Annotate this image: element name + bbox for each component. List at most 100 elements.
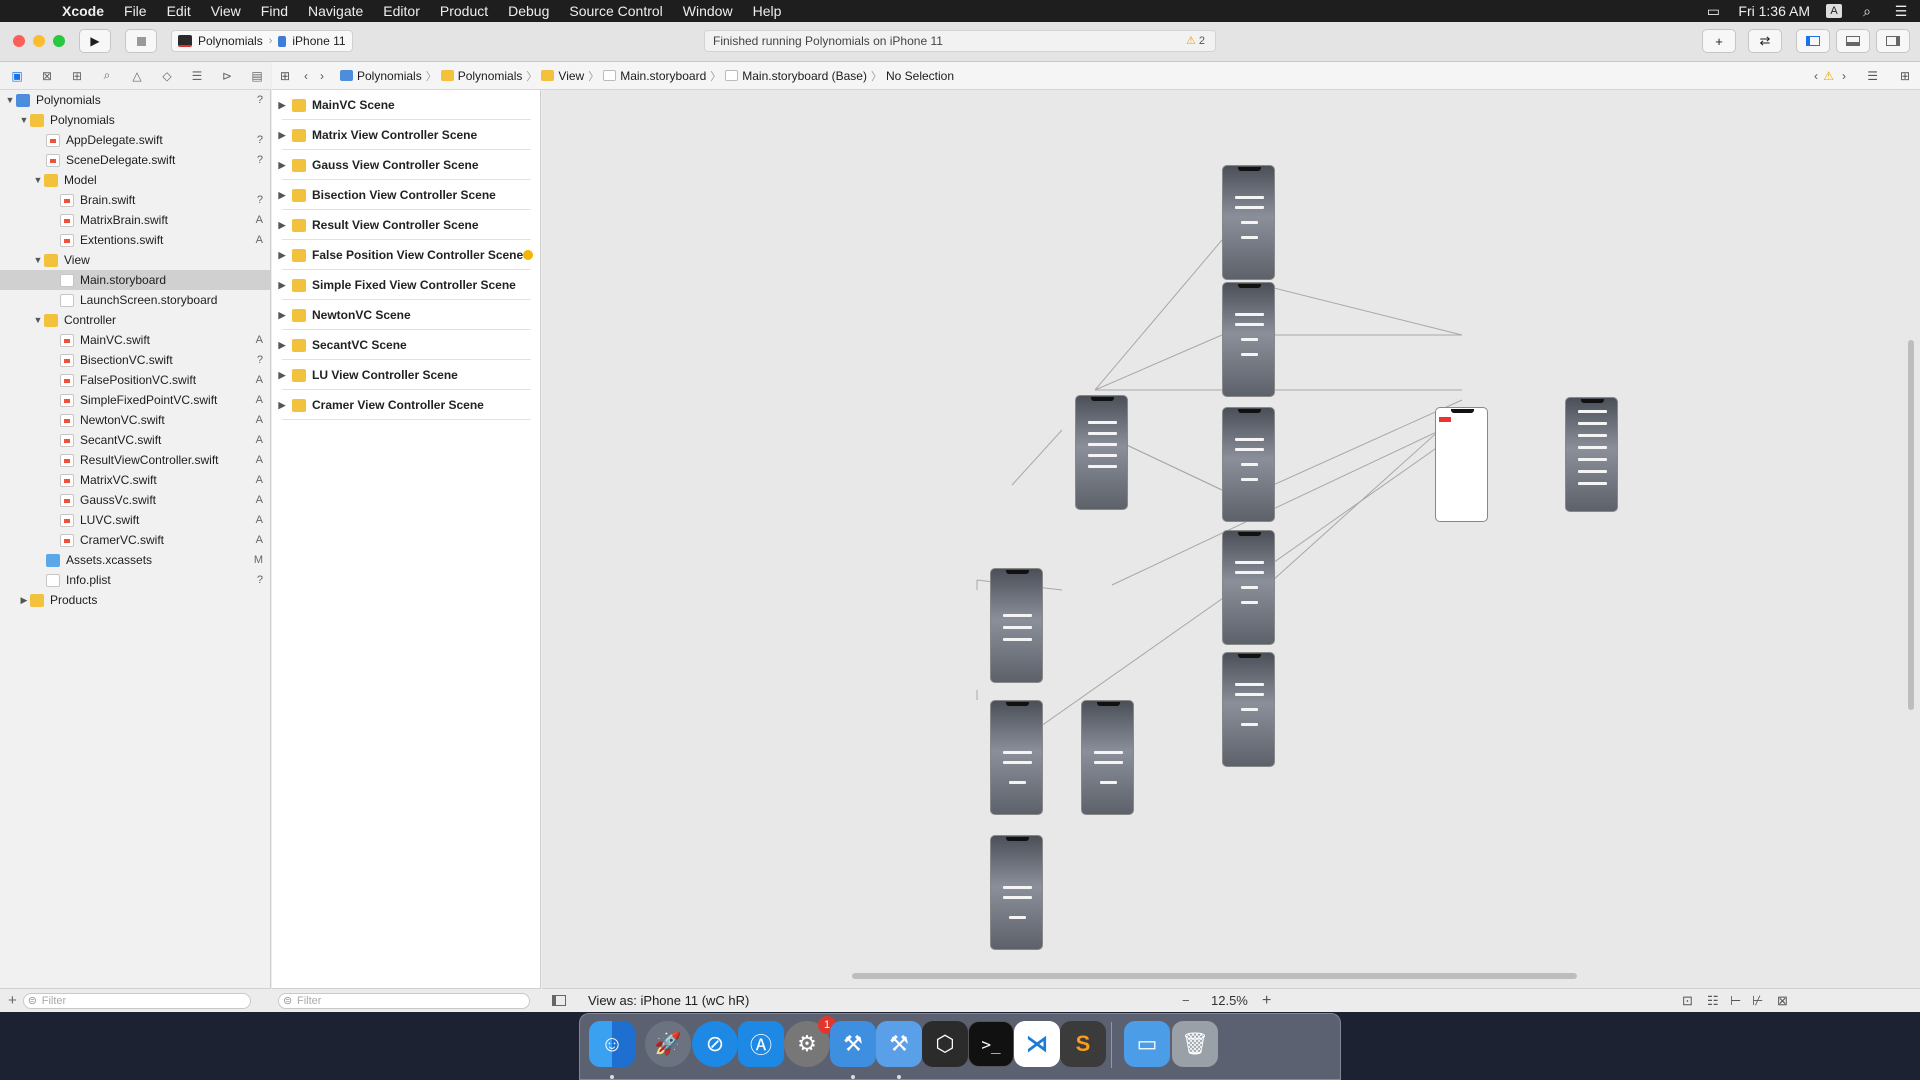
breadcrumb-group[interactable]: Polynomials (437, 69, 527, 83)
scene-row[interactable]: ▶ False Position View Controller Scene (272, 240, 541, 270)
disclosure-icon[interactable]: ▶ (272, 310, 292, 321)
minimize-window-button[interactable] (33, 35, 45, 47)
menu-file[interactable]: File (114, 3, 157, 19)
tree-row-file-selected[interactable]: Main.storyboard (0, 270, 271, 290)
system-preferences-icon[interactable]: ⚙ 1 (784, 1016, 836, 1067)
stop-button[interactable] (125, 29, 157, 53)
zoom-out-icon[interactable]: − (1182, 993, 1190, 1008)
tree-row-file[interactable]: NewtonVC.swift A (0, 410, 271, 430)
terminal-icon[interactable]: >_ (968, 1021, 1014, 1067)
menu-find[interactable]: Find (251, 3, 298, 19)
toggle-navigator-button[interactable] (1796, 29, 1830, 53)
tree-row-file[interactable]: CramerVC.swift A (0, 530, 271, 550)
downloads-folder-icon[interactable]: ▭ (1124, 1021, 1170, 1067)
menu-navigate[interactable]: Navigate (298, 3, 373, 19)
menu-editor[interactable]: Editor (373, 3, 430, 19)
breadcrumb-storyboard[interactable]: Main.storyboard (599, 69, 710, 83)
disclosure-icon[interactable]: ▶ (272, 220, 292, 231)
toggle-inspector-button[interactable] (1876, 29, 1910, 53)
tree-row-file[interactable]: AppDelegate.swift ? (0, 130, 271, 150)
scene-lu[interactable] (990, 700, 1043, 815)
tree-row-group[interactable]: ▶ Products (0, 590, 271, 610)
tree-row-group[interactable]: ▼ Model (0, 170, 271, 190)
disclosure-icon[interactable]: ▶ (272, 100, 292, 111)
input-source-icon[interactable]: A (1826, 4, 1842, 18)
disclosure-icon[interactable]: ▼ (18, 115, 30, 125)
tree-row-group[interactable]: ▼ Controller (0, 310, 271, 330)
tree-row-file[interactable]: GaussVc.swift A (0, 490, 271, 510)
scene-secant[interactable] (990, 568, 1043, 683)
launchpad-icon[interactable]: 🚀 (645, 1021, 691, 1067)
disclosure-icon[interactable]: ▶ (272, 250, 292, 261)
tree-row-file[interactable]: MainVC.swift A (0, 330, 271, 350)
scene-row[interactable]: ▶ Gauss View Controller Scene (272, 150, 541, 180)
scene-simple-fixed[interactable] (1222, 652, 1275, 767)
outline-filter-input[interactable]: Filter (278, 992, 530, 1009)
scene-row[interactable]: ▶ Bisection View Controller Scene (272, 180, 541, 210)
tree-row-group[interactable]: ▼ View (0, 250, 271, 270)
scene-bisection[interactable] (1222, 407, 1275, 522)
storyboard-canvas[interactable] (542, 90, 1920, 988)
horizontal-scrollbar[interactable] (852, 973, 1577, 979)
find-navigator-icon[interactable]: ⌕ (96, 67, 118, 85)
align-icon[interactable]: ⊢ (1730, 993, 1741, 1009)
report-navigator-icon[interactable]: ▤ (246, 67, 268, 85)
scene-row[interactable]: ▶ MainVC Scene (272, 90, 541, 120)
tree-row-file[interactable]: Info.plist ? (0, 570, 271, 590)
embed-in-icon[interactable]: ☷ (1707, 993, 1719, 1009)
spotlight-icon[interactable]: ⌕ (1858, 3, 1876, 19)
disclosure-icon[interactable]: ▶ (272, 340, 292, 351)
back-icon[interactable]: ‹ (304, 69, 320, 83)
scene-row[interactable]: ▶ Cramer View Controller Scene (272, 390, 541, 420)
tree-row-file[interactable]: ResultViewController.swift A (0, 450, 271, 470)
disclosure-icon[interactable]: ▼ (32, 315, 44, 325)
editor-options-icon[interactable]: ☰ (1867, 69, 1878, 83)
tree-row-file[interactable]: LaunchScreen.storyboard (0, 290, 271, 310)
debug-navigator-icon[interactable]: ☰ (186, 67, 208, 85)
add-file-icon[interactable]: + (8, 992, 17, 1009)
finder-icon[interactable]: ☺ (589, 1021, 635, 1067)
toggle-debug-area-button[interactable] (1836, 29, 1870, 53)
tree-row-file[interactable]: MatrixBrain.swift A (0, 210, 271, 230)
library-button[interactable]: + (1702, 29, 1736, 53)
warning-icon[interactable]: ⚠ (1823, 69, 1834, 83)
disclosure-icon[interactable]: ▶ (272, 280, 292, 291)
warning-count[interactable]: ⚠ 2 (1186, 34, 1205, 47)
scene-cramer[interactable] (1081, 700, 1134, 815)
run-button[interactable]: ▶ (79, 29, 111, 53)
disclosure-icon[interactable]: ▼ (32, 255, 44, 265)
tree-row-project[interactable]: ▼ Polynomials ? (0, 90, 271, 110)
warning-dot-icon[interactable] (523, 250, 533, 260)
toggle-outline-icon[interactable] (552, 995, 566, 1006)
code-review-button[interactable]: ⇄ (1748, 29, 1782, 53)
menu-view[interactable]: View (201, 3, 251, 19)
scheme-selector[interactable]: Polynomials › iPhone 11 (171, 30, 353, 52)
xcode-icon[interactable]: ⚒ (830, 1021, 876, 1067)
scene-result[interactable] (1435, 407, 1488, 522)
tree-row-file[interactable]: SecantVC.swift A (0, 430, 271, 450)
app-store-icon[interactable]: Ⓐ (738, 1021, 784, 1067)
menu-help[interactable]: Help (743, 3, 792, 19)
zoom-level[interactable]: 12.5% (1211, 993, 1248, 1008)
scene-newton[interactable] (1075, 395, 1128, 510)
scene-row[interactable]: ▶ LU View Controller Scene (272, 360, 541, 390)
disclosure-icon[interactable]: ▶ (272, 130, 292, 141)
tree-row-file[interactable]: BisectionVC.swift ? (0, 350, 271, 370)
resolve-issues-icon[interactable]: ⊠ (1777, 993, 1788, 1009)
disclosure-icon[interactable]: ▶ (272, 160, 292, 171)
scene-row[interactable]: ▶ SecantVC Scene (272, 330, 541, 360)
disclosure-icon[interactable]: ▼ (4, 95, 16, 105)
breadcrumb-view[interactable]: View (537, 69, 588, 83)
project-navigator-icon[interactable]: ▣ (6, 67, 28, 85)
tree-row-file[interactable]: SimpleFixedPointVC.swift A (0, 390, 271, 410)
previous-issue-icon[interactable]: ‹ (1814, 69, 1818, 83)
scene-main[interactable] (1565, 397, 1618, 512)
xcode-beta-icon[interactable]: ⚒ (876, 1021, 922, 1067)
scene-gauss[interactable] (1222, 282, 1275, 397)
vscode-icon[interactable]: ⋊ (1014, 1021, 1060, 1067)
airplay-icon[interactable]: ▭ (1704, 3, 1722, 19)
sublime-text-icon[interactable]: S (1060, 1021, 1106, 1067)
breadcrumb-selection[interactable]: No Selection (882, 69, 958, 83)
disclosure-icon[interactable]: ▼ (32, 175, 44, 185)
disclosure-icon[interactable]: ▶ (18, 595, 30, 606)
